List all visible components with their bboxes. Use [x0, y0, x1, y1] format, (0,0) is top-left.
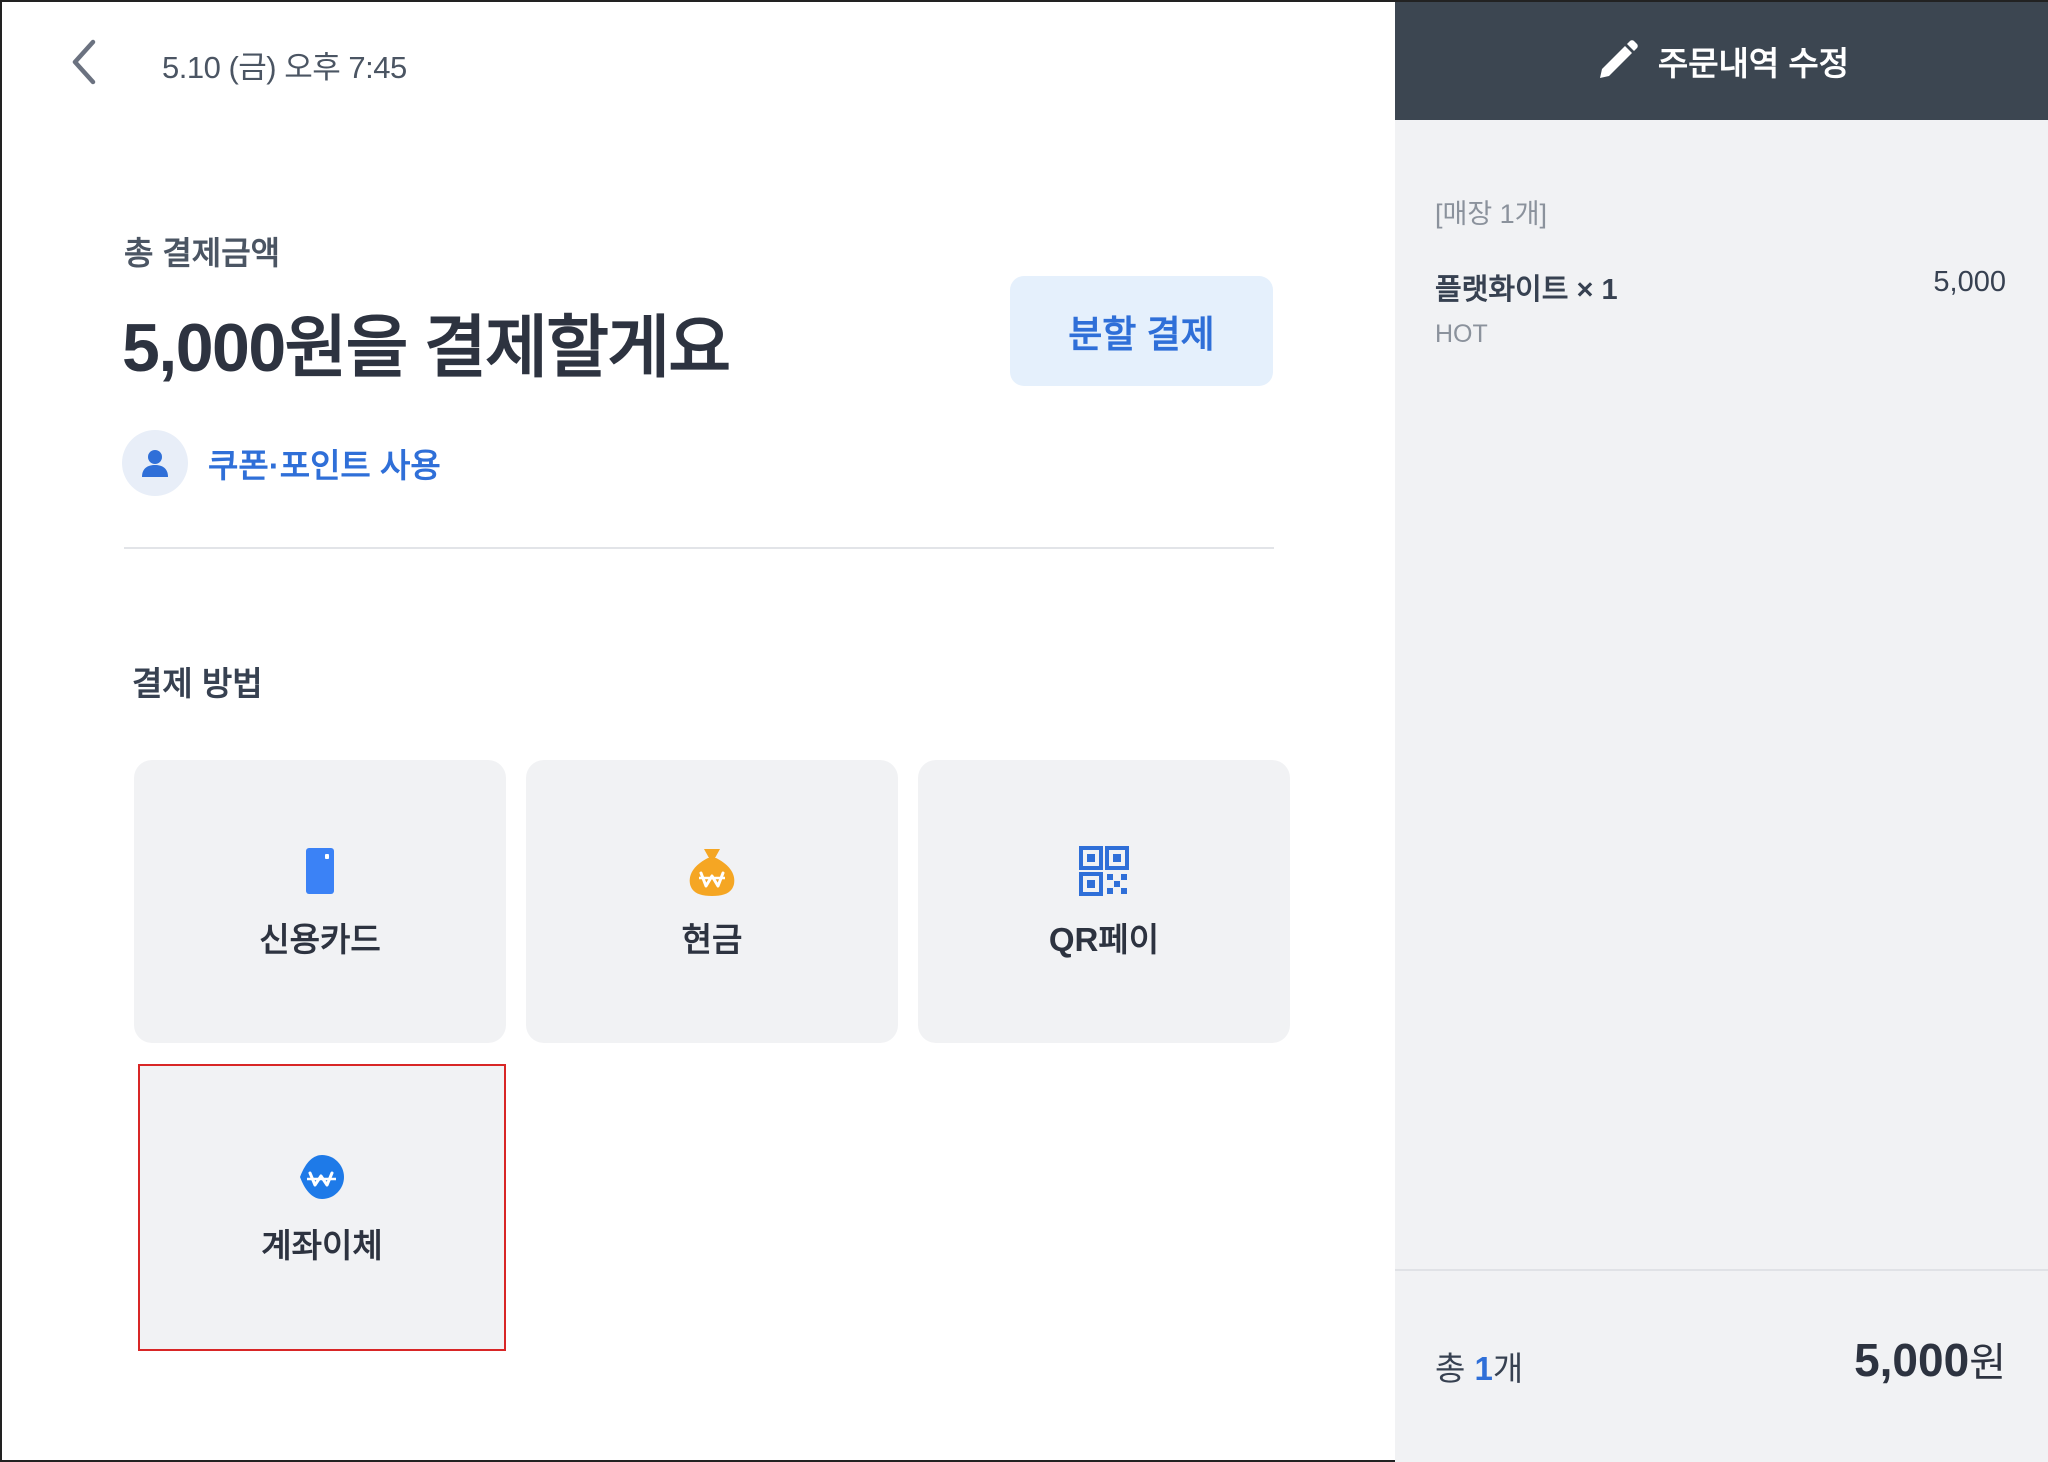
pencil-icon [1599, 40, 1638, 78]
app-window: 5.10 (금) 오후 7:45 총 결제금액 5,000원을 결제할게요 분할… [0, 0, 2048, 1462]
divider [1395, 1269, 2048, 1271]
count-prefix: 총 [1435, 1350, 1466, 1387]
order-summary-panel: 주문내역 수정 [매장 1개] 플랫화이트 × 1 5,000 HOT 총 1개… [1395, 2, 2048, 1462]
user-icon [142, 450, 168, 477]
bank-transfer-icon [300, 1154, 344, 1199]
credit-card-button[interactable]: 신용카드 [134, 760, 506, 1043]
divider [124, 547, 1274, 549]
back-button[interactable] [62, 32, 108, 92]
datetime-text: 5.10 (금) 오후 7:45 [162, 50, 407, 85]
store-tag: [매장 1개] [1435, 199, 1548, 229]
total-amount: 5,000원을 결제할게요 [122, 310, 731, 386]
bank-transfer-button[interactable]: 계좌이체 [138, 1064, 506, 1351]
split-payment-button[interactable]: 분할 결제 [1010, 276, 1273, 386]
total-label: 총 결제금액 [124, 235, 281, 271]
payment-method-title: 결제 방법 [132, 665, 263, 702]
edit-order-title: 주문내역 수정 [1657, 45, 1850, 82]
method-label: 현금 [681, 920, 743, 958]
credit-card-icon [306, 847, 334, 894]
method-label: 계좌이체 [261, 1226, 383, 1264]
coupon-point-button[interactable]: 쿠폰·포인트 사용 [122, 430, 441, 496]
payment-panel: 5.10 (금) 오후 7:45 총 결제금액 5,000원을 결제할게요 분할… [2, 2, 1395, 1462]
qr-code-icon [1079, 845, 1129, 896]
count-suffix: 개 [1492, 1350, 1524, 1387]
avatar [122, 430, 188, 496]
order-count: 총 1개 [1435, 1342, 1523, 1390]
order-total: 5,000원 [1854, 1330, 2006, 1388]
method-label: QR페이 [1048, 920, 1160, 958]
edit-order-button[interactable]: 주문내역 수정 [1395, 2, 2048, 120]
money-bag-icon [689, 848, 735, 896]
method-label: 신용카드 [259, 920, 381, 958]
sum-unit: 원 [1969, 1341, 2006, 1385]
coupon-label: 쿠폰·포인트 사용 [208, 447, 441, 484]
cash-button[interactable]: 현금 [526, 760, 898, 1043]
sum-amount: 5,000 [1854, 1334, 1970, 1386]
order-item-name: 플랫화이트 × 1 [1435, 274, 1618, 306]
count-value: 1 [1474, 1350, 1493, 1387]
chevron-left-icon [72, 39, 96, 85]
qr-pay-button[interactable]: QR페이 [918, 760, 1290, 1043]
order-item-price: 5,000 [1933, 266, 2006, 298]
order-item-option: HOT [1435, 320, 1488, 348]
